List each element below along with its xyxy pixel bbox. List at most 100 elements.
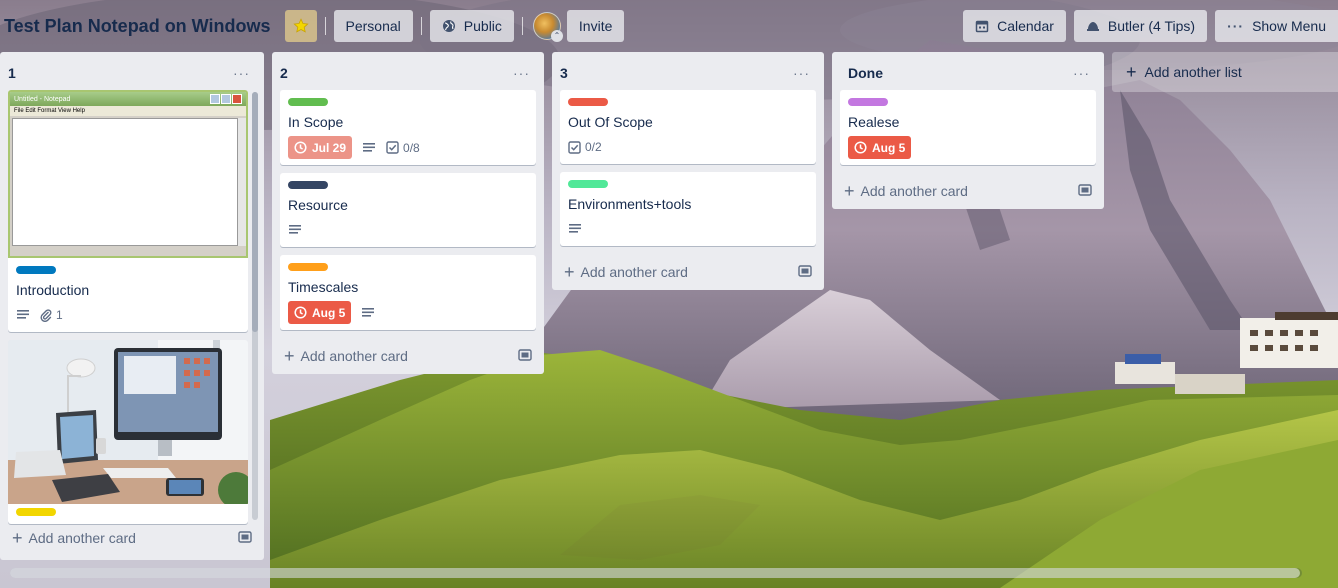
board-horizontal-scrollbar[interactable] [10,568,1302,578]
calendar-button[interactable]: Calendar [963,10,1066,42]
list-done: Done ··· Realese Aug 5 + Add another car… [832,52,1104,209]
add-card-button[interactable]: + Add another card [840,173,1096,209]
globe-icon [442,19,456,33]
card-label[interactable] [568,180,608,188]
checklist-icon [386,141,399,154]
desk-photo [8,340,248,504]
add-list-button[interactable]: + Add another list [1112,52,1338,92]
card-title: Out Of Scope [568,114,653,130]
description-icon [362,142,376,154]
clock-icon [294,141,307,154]
due-date-badge[interactable]: Aug 5 [288,301,352,324]
plus-icon: + [284,345,295,366]
list-2: 2 ··· In Scope Jul 29 0/8 Resource Times… [272,52,544,374]
due-date: Aug 5 [872,140,906,155]
description-icon [288,224,302,236]
description-icon [361,307,375,319]
calendar-label: Calendar [997,18,1054,34]
card-title: Resource [288,197,348,213]
due-date-badge[interactable]: Aug 5 [848,136,912,159]
due-date-badge[interactable]: Jul 29 [288,136,353,159]
list-title[interactable]: 3 [560,65,568,81]
card-label[interactable] [288,263,328,271]
card-realese[interactable]: Realese Aug 5 [840,90,1096,165]
card-environments-tools[interactable]: Environments+tools [560,172,816,246]
card-desk-image[interactable] [8,340,248,504]
board-title[interactable]: Test Plan Notepad on Windows [4,16,271,37]
add-card-label: Add another card [580,264,688,280]
card-label[interactable] [288,98,328,106]
card-label[interactable] [16,508,56,516]
add-card-label: Add another card [300,348,408,364]
card-template-icon[interactable] [1078,183,1092,199]
plus-icon: + [1126,61,1137,82]
due-date: Jul 29 [312,140,347,155]
card-timescales[interactable]: Timescales Aug 5 [280,255,536,330]
invite-button[interactable]: Invite [566,10,625,42]
list-title[interactable]: 1 [8,65,16,81]
card-template-icon[interactable] [238,530,252,546]
list-menu-icon[interactable]: ··· [787,65,816,81]
checklist-count: 0/8 [403,140,420,155]
attachment-badge: 1 [40,308,63,322]
card-introduction[interactable]: Untitled - Notepad File Edit Format View… [8,90,248,332]
card-out-of-scope[interactable]: Out Of Scope 0/2 [560,90,816,164]
list-scrollbar[interactable] [252,92,258,520]
list-title[interactable]: Done [840,65,883,81]
header-divider [324,17,326,35]
checklist-badge: 0/8 [386,141,420,155]
card-template-icon[interactable] [518,348,532,364]
star-icon [292,18,309,33]
card-title: In Scope [288,114,344,130]
show-menu-button[interactable]: ··· Show Menu [1215,10,1338,42]
plus-icon: + [564,261,575,282]
visibility-button[interactable]: Public [429,10,514,42]
butler-icon [1086,19,1100,33]
list-menu-icon[interactable]: ··· [507,65,536,81]
card-template-icon[interactable] [798,264,812,280]
checklist-badge: 0/2 [568,140,602,154]
due-date: Aug 5 [312,305,346,320]
notepad-menu: File Edit Format View Help [10,106,246,116]
description-icon [16,309,30,321]
show-menu-label: Show Menu [1252,18,1326,34]
star-button[interactable] [284,10,317,42]
card-in-scope[interactable]: In Scope Jul 29 0/8 [280,90,536,165]
card-resource[interactable]: Resource [280,173,536,247]
add-card-button[interactable]: + Add another card [560,254,816,290]
card-title: Realese [848,114,900,130]
more-icon: ··· [1227,18,1245,34]
card-label[interactable] [568,98,608,106]
list-1: 1 ··· Untitled - Notepad File Edit Forma… [0,52,264,560]
add-card-label: Add another card [28,530,136,546]
add-card-button[interactable]: + Add another card [280,338,536,374]
checklist-icon [568,140,581,154]
card-title: Environments+tools [568,196,692,212]
checklist-count: 0/2 [585,140,602,154]
list-3: 3 ··· Out Of Scope 0/2 Environments+tool… [552,52,824,290]
personal-team-button[interactable]: Personal [333,10,413,42]
add-list-label: Add another list [1144,64,1242,80]
card-label[interactable] [848,98,888,106]
clock-icon [854,141,867,154]
butler-label: Butler (4 Tips) [1107,18,1196,34]
card-title: Introduction [16,282,90,298]
notepad-window-title: Untitled - Notepad [14,95,71,103]
card-cover-image: Untitled - Notepad File Edit Format View… [8,90,248,258]
plus-icon: + [12,527,23,548]
member-avatar[interactable]: ⌃ [532,12,563,42]
admin-chevron-icon: ⌃ [550,30,563,42]
add-card-button[interactable]: + Add another card [8,520,256,556]
attachment-count: 1 [56,308,63,322]
list-title[interactable]: 2 [280,65,288,81]
list-menu-icon[interactable]: ··· [227,65,256,81]
card-title: Timescales [288,279,359,295]
card-label[interactable] [288,181,328,189]
header-divider [521,17,523,35]
add-card-label: Add another card [860,183,968,199]
butler-button[interactable]: Butler (4 Tips) [1073,10,1208,42]
description-icon [568,223,582,235]
list-menu-icon[interactable]: ··· [1067,65,1096,81]
clock-icon [294,306,307,319]
card-label[interactable] [16,266,56,274]
